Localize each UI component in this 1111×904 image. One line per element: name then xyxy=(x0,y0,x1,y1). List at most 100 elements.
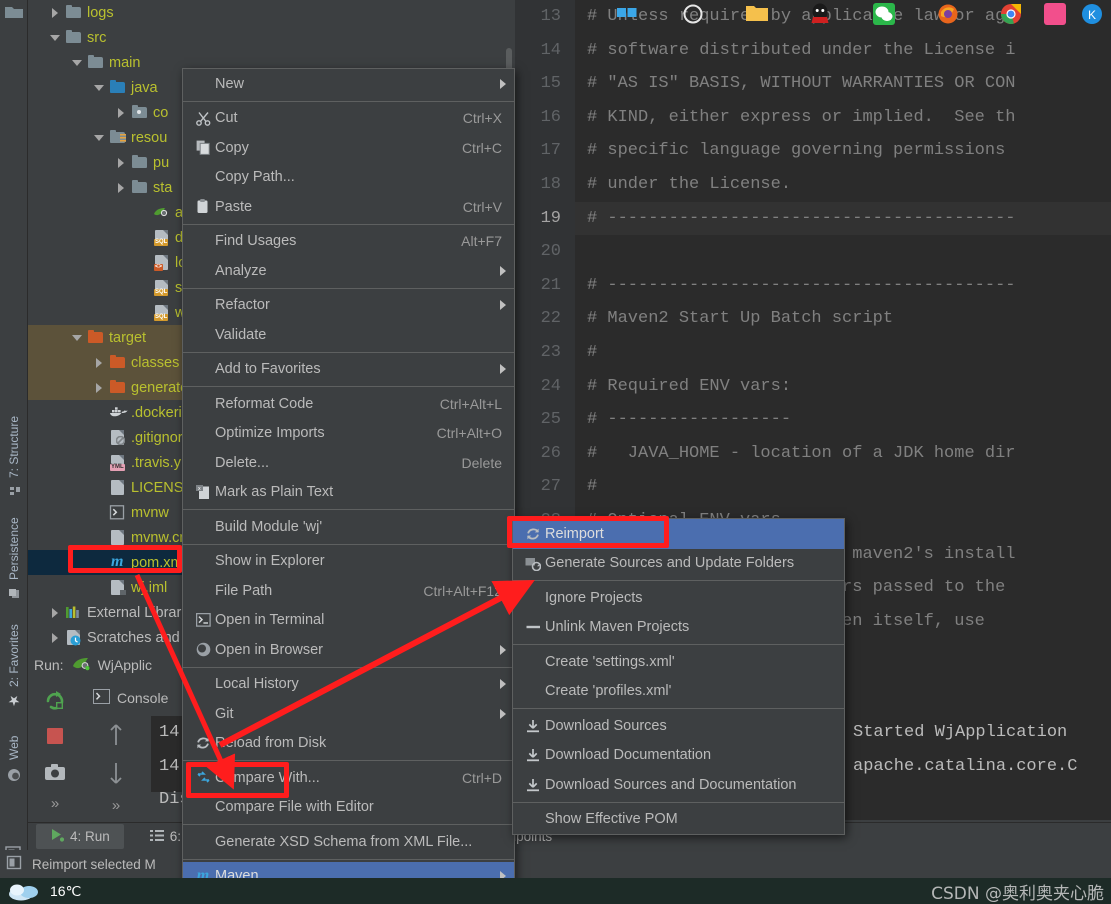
menu-item-open-in-browser[interactable]: Open in Browser xyxy=(183,635,514,665)
tree-item-src[interactable]: src xyxy=(28,25,515,50)
menu-item-build-module-wj[interactable]: Build Module 'wj' xyxy=(183,512,514,542)
menu-item-paste[interactable]: Paste Ctrl+V xyxy=(183,192,514,222)
rerun-button[interactable] xyxy=(28,682,82,718)
menu-item-create-profiles-xml[interactable]: Create 'profiles.xml' xyxy=(513,677,844,707)
camera-icon[interactable] xyxy=(28,754,82,790)
sidebar-item-structure[interactable]: 7: Structure xyxy=(0,402,28,498)
context-menu[interactable]: New Cut Ctrl+X Copy Ctrl+C Copy Path... Paste C… xyxy=(182,68,515,904)
menu-item-add-to-favorites[interactable]: Add to Favorites xyxy=(183,355,514,385)
chevron-down-icon[interactable] xyxy=(72,332,83,343)
code-line[interactable]: # specific language governing permission… xyxy=(575,134,1111,168)
menu-item-file-path[interactable]: File Path Ctrl+Alt+F12 xyxy=(183,576,514,606)
chevron-right-icon[interactable] xyxy=(116,107,127,118)
menu-item-git[interactable]: Git xyxy=(183,699,514,729)
menu-item-mark-as-plain-text[interactable]: x Mark as Plain Text xyxy=(183,478,514,508)
menu-item-generate-xsd-schema-from-xml-file[interactable]: Generate XSD Schema from XML File... xyxy=(183,827,514,857)
menu-item-optimize-imports[interactable]: Optimize Imports Ctrl+Alt+O xyxy=(183,419,514,449)
chevron-down-icon[interactable] xyxy=(94,132,105,143)
windows-start-icon[interactable] xyxy=(616,3,638,25)
firefox-icon[interactable] xyxy=(937,3,959,25)
menu-item-reimport[interactable]: Reimport xyxy=(513,519,844,549)
code-line[interactable]: # --------------------------------------… xyxy=(575,269,1111,303)
status-bar: Reimport selected M xyxy=(0,850,1111,878)
menu-item-download-documentation[interactable]: Download Documentation xyxy=(513,741,844,771)
sidebar-item-persistence[interactable]: Persistence xyxy=(0,500,28,600)
menu-item-local-history[interactable]: Local History xyxy=(183,670,514,700)
console-output-right[interactable]: Started WjApplication apache.catalina.co… xyxy=(845,716,1111,790)
file-explorer-icon[interactable] xyxy=(745,3,768,25)
menu-item-create-settings-xml[interactable]: Create 'settings.xml' xyxy=(513,647,844,677)
menu-item-label: Create 'settings.xml' xyxy=(545,653,675,670)
menu-item-compare-with[interactable]: Compare With... Ctrl+D xyxy=(183,763,514,793)
chrome-icon[interactable] xyxy=(1000,3,1022,25)
menu-item-delete[interactable]: Delete... Delete xyxy=(183,448,514,478)
menu-item-analyze[interactable]: Analyze xyxy=(183,256,514,286)
menu-item-generate-sources-and-update-folders[interactable]: Generate Sources and Update Folders xyxy=(513,549,844,579)
more-console-actions-button[interactable]: » xyxy=(83,792,149,818)
chevron-down-icon[interactable] xyxy=(50,32,61,43)
menu-item-new[interactable]: New xyxy=(183,69,514,99)
chevron-right-icon[interactable] xyxy=(50,7,61,18)
code-line[interactable]: # Required ENV vars: xyxy=(575,370,1111,404)
menu-item-show-in-explorer[interactable]: Show in Explorer xyxy=(183,547,514,577)
code-line[interactable]: # "AS IS" BASIS, WITHOUT WARRANTIES OR C… xyxy=(575,67,1111,101)
line-number: 27 xyxy=(540,477,561,497)
chevron-right-icon[interactable] xyxy=(116,182,127,193)
qq-icon[interactable] xyxy=(810,3,832,25)
run-configuration-name[interactable]: WjApplic xyxy=(98,657,152,673)
menu-item-find-usages[interactable]: Find Usages Alt+F7 xyxy=(183,227,514,257)
code-line[interactable]: # xyxy=(575,336,1111,370)
pink-app-icon[interactable] xyxy=(1044,3,1066,25)
package-folder-icon xyxy=(131,104,148,120)
sidebar-item-favorites[interactable]: ★ 2: Favorites xyxy=(0,605,28,709)
menu-item-compare-file-with-editor[interactable]: Compare File with Editor xyxy=(183,793,514,823)
sidebar-item-web[interactable]: Web xyxy=(0,712,28,782)
stop-button[interactable] xyxy=(28,718,82,754)
menu-item-reformat-code[interactable]: Reformat Code Ctrl+Alt+L xyxy=(183,389,514,419)
more-run-actions-button[interactable]: » xyxy=(28,790,82,816)
maven-submenu[interactable]: Reimport Generate Sources and Update Fold… xyxy=(512,518,845,835)
menu-item-cut[interactable]: Cut Ctrl+X xyxy=(183,104,514,134)
menu-item-reload-from-disk[interactable]: Reload from Disk xyxy=(183,729,514,759)
scroll-down-button[interactable] xyxy=(83,754,149,792)
menu-item-label: Copy Path... xyxy=(215,169,295,186)
menu-item-shortcut: Ctrl+D xyxy=(461,769,502,786)
tab-run[interactable]: 4: Run xyxy=(36,824,124,849)
line-number: 14 xyxy=(540,40,561,60)
code-line[interactable]: # KIND, either express or implied. See t… xyxy=(575,101,1111,135)
chevron-down-icon[interactable] xyxy=(72,57,83,68)
menu-item-open-in-terminal[interactable]: Open in Terminal xyxy=(183,606,514,636)
menu-separator xyxy=(183,760,514,761)
code-line[interactable]: # under the License. xyxy=(575,168,1111,202)
chevron-right-icon[interactable] xyxy=(94,382,105,393)
tree-item-logs[interactable]: logs xyxy=(28,0,515,25)
code-line[interactable]: # xyxy=(575,470,1111,504)
chevron-down-icon[interactable] xyxy=(94,82,105,93)
chevron-right-icon[interactable] xyxy=(50,632,61,643)
code-line[interactable]: # JAVA_HOME - location of a JDK home dir xyxy=(575,437,1111,471)
menu-item-refactor[interactable]: Refactor xyxy=(183,291,514,321)
code-line[interactable]: # --------------------------------------… xyxy=(575,201,1111,236)
chevron-right-icon[interactable] xyxy=(116,157,127,168)
code-line[interactable] xyxy=(575,235,1111,269)
chevron-right-icon[interactable] xyxy=(94,357,105,368)
wechat-icon[interactable] xyxy=(873,3,895,25)
menu-item-download-sources-and-documentation[interactable]: Download Sources and Documentation xyxy=(513,770,844,800)
menu-item-copy[interactable]: Copy Ctrl+C xyxy=(183,133,514,163)
kugou-icon[interactable]: K xyxy=(1081,3,1103,25)
menu-item-copy-path[interactable]: Copy Path... xyxy=(183,163,514,193)
layout-icon[interactable] xyxy=(6,854,23,874)
scroll-up-button[interactable] xyxy=(83,716,149,754)
chevron-right-icon[interactable] xyxy=(50,607,61,618)
code-line[interactable]: # ------------------ xyxy=(575,403,1111,437)
search-icon[interactable] xyxy=(682,3,704,25)
menu-item-ignore-projects[interactable]: Ignore Projects xyxy=(513,583,844,613)
code-line[interactable]: # software distributed under the License… xyxy=(575,34,1111,68)
menu-item-validate[interactable]: Validate xyxy=(183,320,514,350)
code-line[interactable]: # Unless required by applicable law or a… xyxy=(575,0,1111,34)
taskbar-weather[interactable]: 16℃ xyxy=(0,878,81,904)
code-line[interactable]: # Maven2 Start Up Batch script xyxy=(575,302,1111,336)
menu-item-unlink-maven-projects[interactable]: Unlink Maven Projects xyxy=(513,613,844,643)
menu-item-show-effective-pom[interactable]: Show Effective POM xyxy=(513,805,844,835)
menu-item-download-sources[interactable]: Download Sources xyxy=(513,711,844,741)
